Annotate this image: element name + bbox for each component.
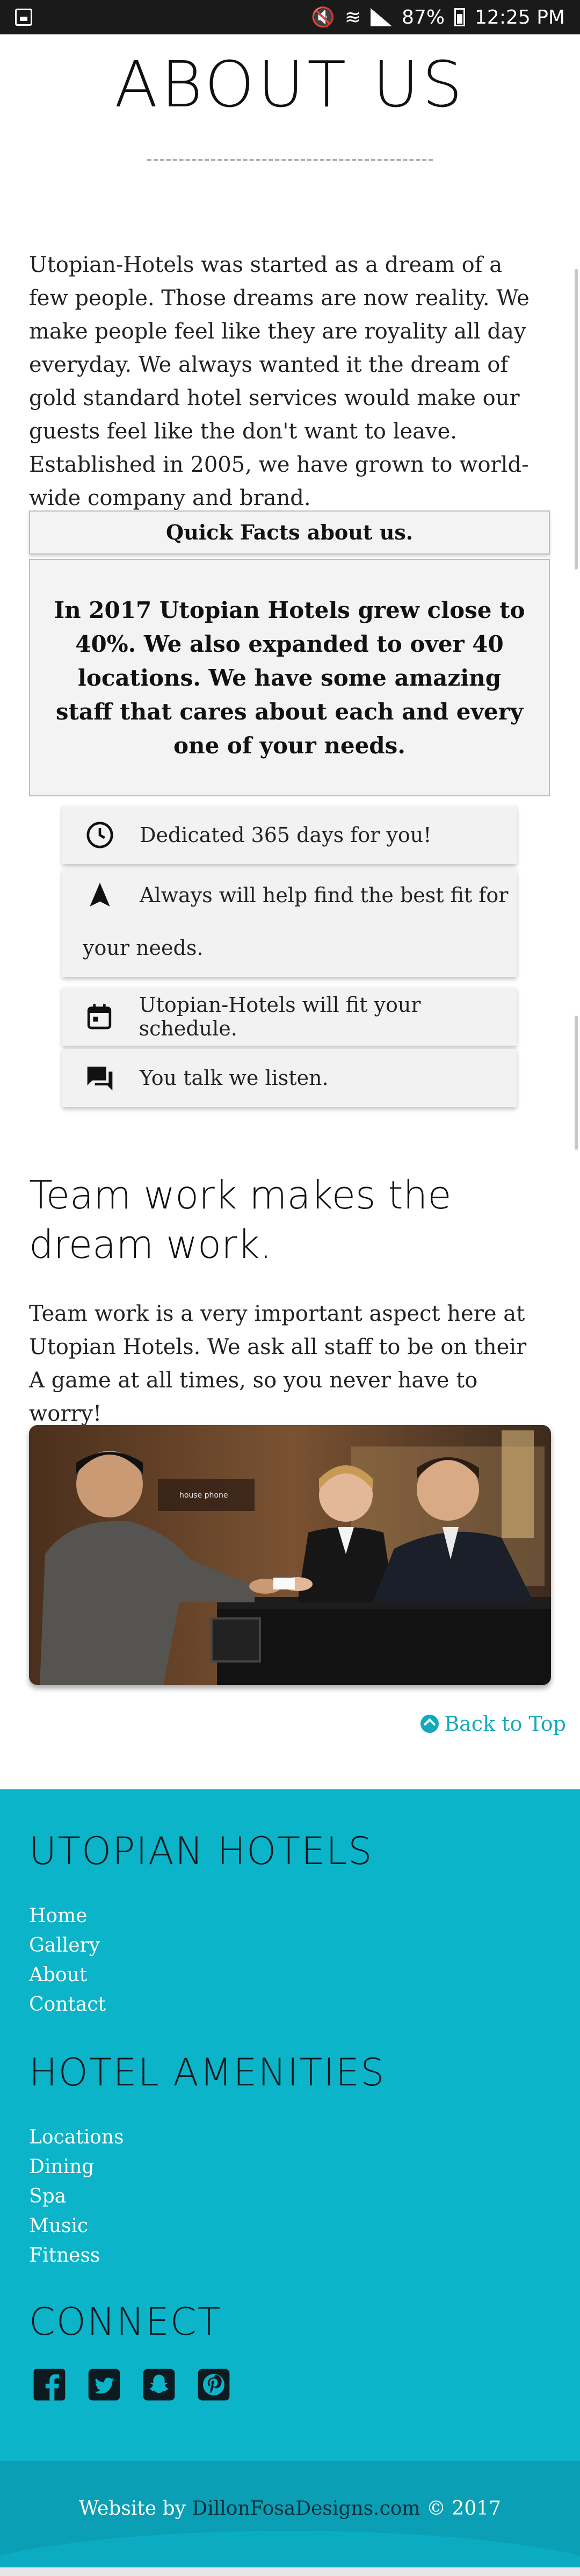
- feature-item: You talk we listen.: [62, 1049, 517, 1107]
- feature-text: You talk we listen.: [140, 1066, 329, 1090]
- feature-item: Utopian-Hotels will fit your schedule.: [62, 988, 517, 1046]
- back-to-top-label: Back to Top: [444, 1712, 566, 1736]
- battery-icon: [454, 8, 466, 26]
- mute-icon: 🔇: [311, 6, 335, 28]
- feature-text: Always will help find the best fit for: [140, 883, 509, 907]
- team-photo: house phone: [29, 1425, 551, 1685]
- intro-paragraph: Utopian-Hotels was started as a dream of…: [29, 253, 530, 510]
- footer-amenities-heading: HOTEL AMENITIES: [29, 2050, 386, 2095]
- facebook-icon[interactable]: [32, 2368, 67, 2402]
- page-title: ABOUT US: [114, 47, 466, 121]
- footer: UTOPIAN HOTELS Home Gallery About Contac…: [0, 1789, 580, 2576]
- footer-link-about[interactable]: About: [29, 1960, 106, 1990]
- wifi-icon: ≋: [344, 6, 361, 28]
- chat-icon: [84, 1062, 116, 1094]
- footer-amenities: Locations Dining Spa Music Fitness: [29, 2122, 124, 2270]
- social-links: [32, 2368, 231, 2402]
- footer-link-contact[interactable]: Contact: [29, 1990, 106, 2019]
- footer-credit-bar: Website by DillonFosaDesigns.com © 2017: [0, 2461, 580, 2576]
- clock-time: 12:25 PM: [475, 6, 565, 28]
- signal-icon: [371, 8, 393, 26]
- feature-text: Utopian-Hotels will fit your schedule.: [139, 993, 421, 1040]
- scrollbar[interactable]: [575, 269, 578, 570]
- amenity-link-fitness[interactable]: Fitness: [29, 2241, 124, 2270]
- twitter-icon[interactable]: [87, 2368, 121, 2402]
- footer-link-gallery[interactable]: Gallery: [29, 1931, 106, 1960]
- battery-percent: 87%: [402, 6, 445, 28]
- quick-facts-panel: In 2017 Utopian Hotels grew close to 40%…: [29, 559, 550, 796]
- back-to-top-link[interactable]: Back to Top: [421, 1712, 566, 1736]
- amenity-link-dining[interactable]: Dining: [29, 2152, 124, 2182]
- scrollbar[interactable]: [575, 1016, 578, 1150]
- amenity-link-music[interactable]: Music: [29, 2211, 124, 2241]
- gallery-notification-icon: [15, 9, 32, 26]
- team-paragraph: Team work is a very important aspect her…: [29, 1301, 527, 1426]
- quick-facts-heading: Quick Facts about us.: [29, 510, 550, 555]
- credit-link[interactable]: DillonFosaDesigns.com: [192, 2498, 420, 2520]
- footer-credit: Website by DillonFosaDesigns.com © 2017: [78, 2498, 502, 2520]
- footer-nav: Home Gallery About Contact: [29, 1901, 106, 2019]
- clock-icon: [84, 819, 116, 851]
- quick-facts-text: In 2017 Utopian Hotels grew close to 40%…: [54, 596, 525, 759]
- footer-connect-heading: CONNECT: [29, 2300, 222, 2344]
- pinterest-icon[interactable]: [197, 2368, 231, 2402]
- feature-text: Dedicated 365 days for you!: [140, 823, 432, 847]
- feature-item: Always will help find the best fit for y…: [62, 869, 517, 977]
- divider: [147, 159, 433, 161]
- photo-sign-text: house phone: [179, 1491, 228, 1500]
- snapchat-icon[interactable]: [142, 2368, 176, 2402]
- footer-link-home[interactable]: Home: [29, 1901, 106, 1931]
- footer-brand-heading: UTOPIAN HOTELS: [29, 1829, 373, 1873]
- feature-text-continued: your needs.: [83, 936, 204, 960]
- status-bar: 🔇 ≋ 87% 12:25 PM: [0, 0, 580, 34]
- navigation-arrow-icon: [84, 879, 116, 911]
- calendar-icon: [84, 1001, 115, 1033]
- amenity-link-locations[interactable]: Locations: [29, 2122, 124, 2152]
- chevron-up-circle-icon: [421, 1715, 439, 1733]
- amenity-link-spa[interactable]: Spa: [29, 2182, 124, 2211]
- system-nav-bar: [0, 2567, 580, 2576]
- team-heading: Team work makes the dream work.: [29, 1172, 452, 1267]
- feature-item: Dedicated 365 days for you!: [62, 806, 517, 864]
